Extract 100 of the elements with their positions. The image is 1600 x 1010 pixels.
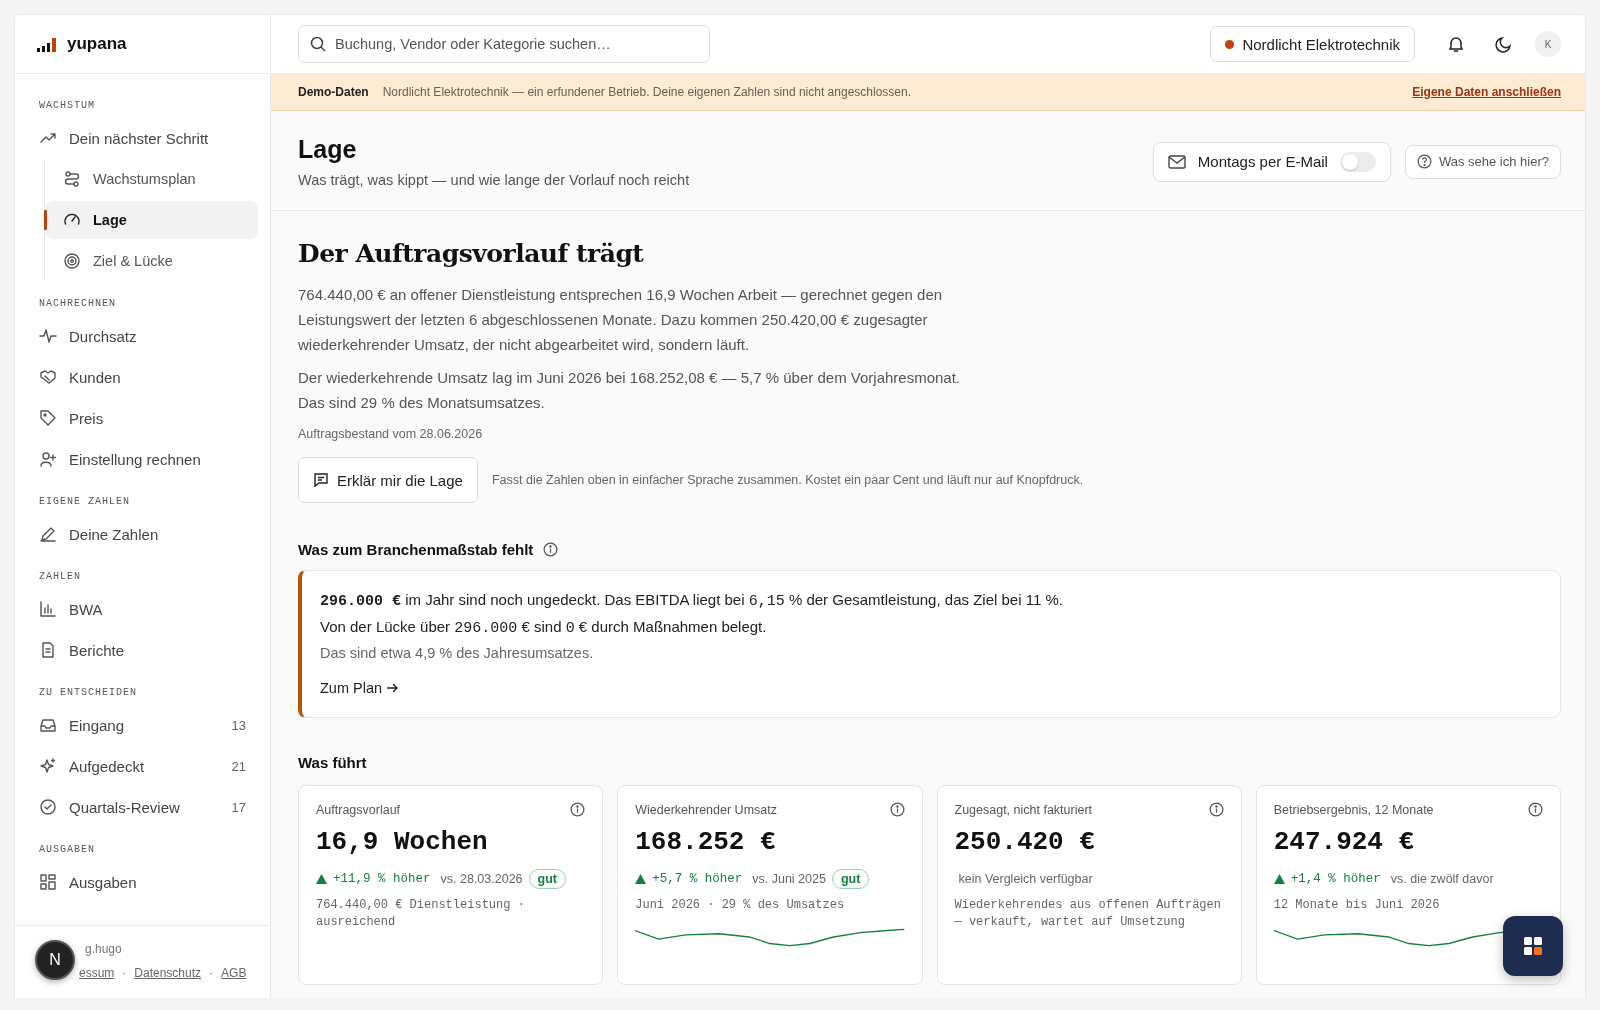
- as-of-date: Auftragsbestand vom 28.06.2026: [298, 427, 484, 441]
- pulse-icon: [39, 327, 57, 345]
- metric-comparison: vs. Juni 2025: [752, 872, 826, 886]
- metric-title: Wiederkehrender Umsatz: [635, 802, 777, 817]
- banner-label: Demo-Daten: [298, 85, 369, 99]
- metric-delta: +1,4 % höher: [1290, 872, 1381, 886]
- sidebar-item[interactable]: Wachstumsplan: [45, 160, 258, 198]
- metric-note: Juni 2026 · 29 % des Umsatzes: [635, 897, 846, 914]
- metric-title: Betriebsergebnis, 12 Monate: [1273, 802, 1434, 817]
- metric-value: 250.420 €: [954, 827, 1096, 857]
- sidebar-item[interactable]: Einstellung rechnen: [27, 440, 258, 478]
- info-icon[interactable]: [1528, 802, 1543, 817]
- info-icon[interactable]: [543, 542, 559, 557]
- up-triangle-icon: [316, 874, 327, 884]
- metric-comparison: kein Vergleich verfügbar: [958, 872, 1093, 886]
- moon-icon[interactable]: [1495, 35, 1513, 53]
- logo-icon: [37, 36, 59, 52]
- tag-icon: [39, 409, 57, 427]
- handshake-icon: [39, 368, 57, 386]
- section-label: ZU ENTSCHEIDEN: [39, 687, 138, 698]
- metric-note: Wiederkehrendes aus offenen Aufträgen — verkauft, wartet auf Umsetzung: [954, 897, 1222, 931]
- plan-icon: [63, 170, 81, 188]
- sidebar-item[interactable]: BWA: [27, 590, 258, 628]
- metric-note: 12 Monate bis Juni 2026: [1273, 897, 1441, 914]
- section-label: AUSGABEN: [39, 844, 96, 855]
- chat-icon: [313, 472, 329, 488]
- help-button[interactable]: Was sehe ich hier?: [1404, 144, 1561, 179]
- check-circle-icon: [39, 798, 57, 816]
- metric-value: 168.252 €: [635, 827, 777, 857]
- company-selector[interactable]: Nordlicht Elektrotechnik: [1210, 26, 1415, 62]
- leaders-heading: Was führt: [298, 754, 368, 771]
- sparkle-icon: [39, 757, 57, 775]
- metric-delta: +5,7 % höher: [652, 872, 743, 886]
- footer-link[interactable]: AGB: [221, 966, 247, 980]
- summary-paragraph: 764.440,00 € an offener Dienstleistung entsprechen 16,9 Wochen Arbeit — gerechnet gegen den Leistungswert der letzten 6 abgeschlossenen Monate. Dazu kommen 250.420,00 € zugesagter wiederkehrender Umsatz, der nicht abgearbeitet wird, sondern läuft.: [298, 285, 944, 355]
- pencil-icon: [39, 525, 57, 543]
- metric-value: 247.924 €: [1273, 827, 1416, 857]
- footer-link[interactable]: essum: [79, 966, 115, 980]
- up-triangle-icon: [635, 874, 647, 884]
- sidebar-item[interactable]: Ziel & Lücke: [45, 242, 258, 280]
- gap-heading: Was zum Branchenmaßstab fehlt: [298, 541, 534, 558]
- metric-comparison: vs. 28.03.2026: [440, 872, 523, 886]
- avatar-button[interactable]: N: [35, 940, 75, 980]
- page-subtitle: Was trägt, was kippt — und wie lange der Vorlauf noch reicht: [298, 172, 690, 188]
- inbox-icon: [39, 716, 57, 734]
- connect-data-link[interactable]: Eigene Daten anschließen: [1412, 85, 1561, 99]
- sidebar-item[interactable]: Preis: [27, 399, 258, 437]
- explain-note: Fasst die Zahlen oben in einfacher Sprache zusammen. Kostet ein paar Cent und läuft nur auf Knopfdruck.: [491, 473, 1084, 487]
- info-icon[interactable]: [1208, 802, 1224, 817]
- sidebar-item[interactable]: Berichte: [27, 631, 258, 669]
- section-label: EIGENE ZAHLEN: [39, 496, 131, 507]
- grid-icon: [39, 873, 57, 891]
- sidebar-item[interactable]: Dein nächster Schritt: [27, 119, 258, 157]
- grid-icon: [1523, 936, 1543, 956]
- section-label: NACHRECHNEN: [39, 298, 117, 309]
- sidebar-item[interactable]: Quartals-Review 17: [27, 788, 258, 826]
- help-icon: [1416, 154, 1432, 169]
- toggle-label: Montags per E-Mail: [1197, 153, 1328, 170]
- metric-title: Zugesagt, nicht fakturiert: [954, 802, 1093, 817]
- toggle-switch[interactable]: [1339, 151, 1376, 172]
- arrow-icon: [386, 682, 399, 694]
- bell-icon[interactable]: [1447, 35, 1465, 53]
- sidebar-item[interactable]: Ausgaben: [27, 863, 258, 901]
- apps-button[interactable]: [1503, 916, 1563, 976]
- sidebar-item[interactable]: Aufgedeckt 21: [27, 747, 258, 785]
- chart-icon: [39, 600, 57, 618]
- summary-paragraph: Der wiederkehrende Umsatz lag im Juni 2026 bei 168.252,08 € — 5,7 % über dem Vorjahresmonat. Das sind 29 % des Monatsumsatzes.: [298, 368, 962, 413]
- link-separator: ·: [122, 966, 127, 980]
- plan-link[interactable]: Zum Plan: [320, 680, 399, 696]
- info-icon[interactable]: [889, 802, 905, 817]
- footer-link[interactable]: Datenschutz: [134, 966, 202, 980]
- brand-name: yupana: [67, 34, 127, 54]
- section-label: ZAHLEN: [39, 571, 82, 582]
- link-separator: ·: [209, 966, 214, 980]
- credit-text: g.hugo: [84, 942, 123, 956]
- user-avatar[interactable]: K: [1535, 31, 1561, 57]
- search-field[interactable]: Buchung, Vendor oder Kategorie suchen…: [298, 25, 710, 63]
- gap-note: Das sind etwa 4,9 % des Jahresumsatzes.: [320, 645, 595, 661]
- banner-text: Nordlicht Elektrotechnik — ein erfundener Betrieb. Deine eigenen Zahlen sind nicht angeschlossen.: [382, 85, 911, 99]
- target-icon: [63, 252, 81, 270]
- explain-button[interactable]: Erklär mir die Lage: [298, 457, 478, 503]
- metric-delta: +11,9 % höher: [333, 872, 431, 886]
- sidebar-item[interactable]: Durchsatz: [27, 317, 258, 355]
- mail-icon: [1167, 154, 1186, 169]
- metric-title: Auftragsvorlauf: [316, 802, 401, 817]
- sidebar-item[interactable]: Kunden: [27, 358, 258, 396]
- user-plus-icon: [39, 450, 57, 468]
- section-label: WACHSTUM: [39, 100, 96, 111]
- sidebar-item[interactable]: Deine Zahlen: [27, 515, 258, 553]
- sidebar-item[interactable]: Eingang 13: [27, 706, 258, 744]
- sidebar-item[interactable]: Lage: [45, 201, 258, 239]
- page-title: Lage: [298, 135, 358, 164]
- info-icon[interactable]: [570, 802, 586, 817]
- metric-value: 16,9 Wochen: [316, 827, 489, 857]
- metric-note: 764.440,00 € Dienstleistung · ausreichend: [316, 897, 526, 931]
- summary-heading: Der Auftragsvorlauf trägt: [298, 239, 645, 268]
- up-triangle-icon: [1273, 874, 1285, 884]
- email-toggle-control[interactable]: Montags per E-Mail: [1152, 141, 1391, 182]
- gap-text: 296.000 € im Jahr sind noch ungedeckt. Das EBITDA liegt bei 6,15 % der Gesamtleistung, das Ziel bei 11 %. Von der Lücke über 296.000 € sind 0 € durch Maßnahmen belegt.: [320, 590, 1064, 639]
- metric-comparison: vs. die zwölf davor: [1390, 872, 1494, 886]
